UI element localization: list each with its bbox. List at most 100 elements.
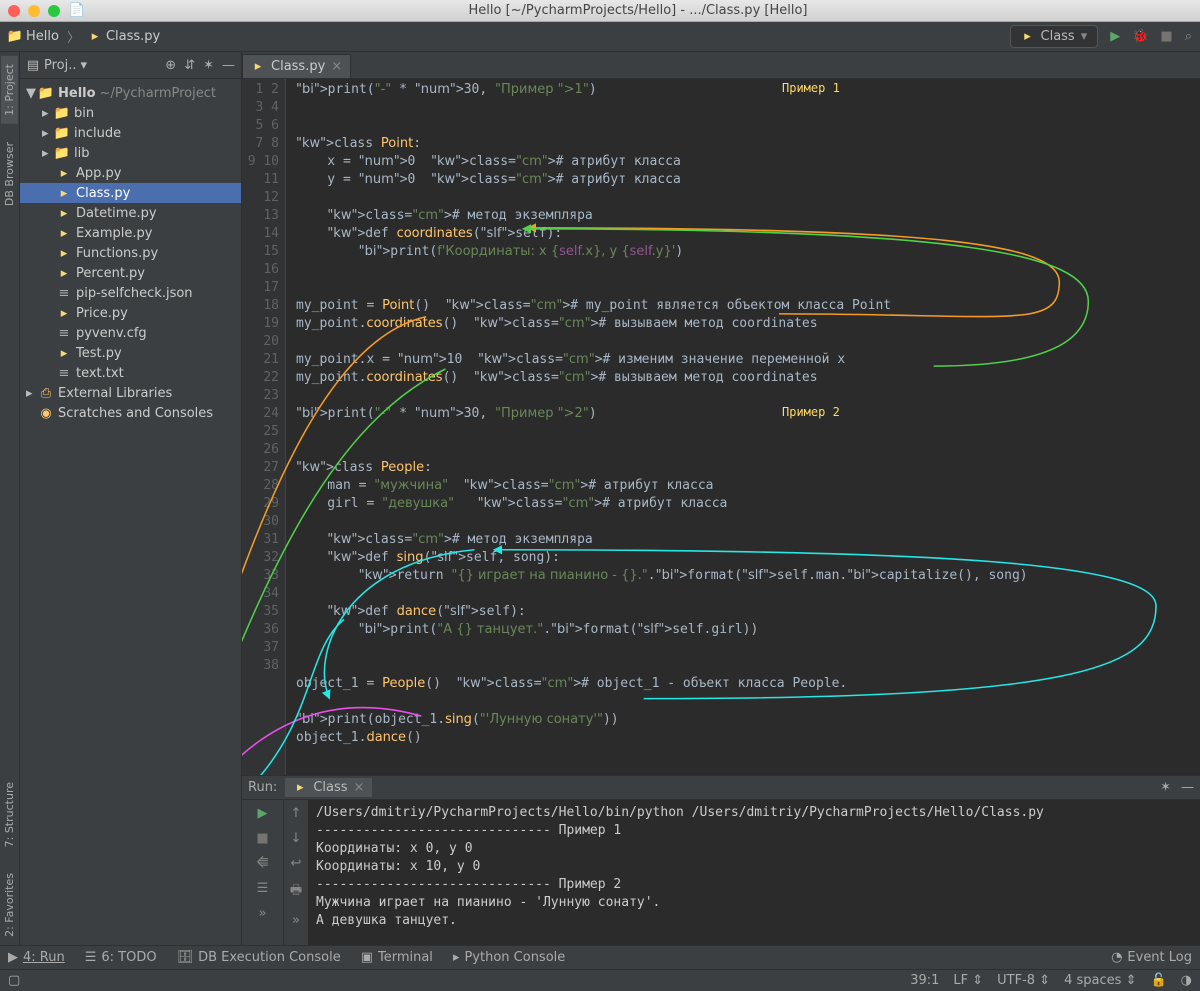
tree-file[interactable]: ▸App.py (20, 163, 241, 183)
run-panel: Run: ▸ Class × ✶ — ▶ ■ ⭅ ☰ » (242, 775, 1200, 945)
event-log-icon: ◔ (1111, 950, 1122, 965)
annotation-2: Пример 2 (782, 405, 840, 419)
tree-file[interactable]: ▸Datetime.py (20, 203, 241, 223)
code[interactable]: "bi">print("-" * "num">30, "Пример ">1")… (286, 79, 1200, 775)
python-icon: ▸ (251, 60, 265, 74)
window-title: Hello [~/PycharmProjects/Hello] - .../Cl… (84, 3, 1192, 18)
breadcrumb-file: Class.py (106, 29, 160, 44)
editor-tab-label: Class.py (271, 59, 325, 74)
stop-button[interactable]: ■ (1160, 29, 1172, 44)
stop-button[interactable]: ■ (256, 831, 268, 846)
project-panel-title: Proj.. (44, 58, 77, 73)
run-icon: ▶ (8, 950, 18, 965)
more-button[interactable]: » (292, 913, 300, 928)
tree-file[interactable]: ▸Price.py (20, 303, 241, 323)
config-icon: ≡ (56, 325, 72, 341)
target-icon[interactable]: ⊕ (165, 58, 176, 73)
tab-project[interactable]: 1: Project (1, 56, 18, 124)
filters-button[interactable]: ☰ (257, 881, 269, 896)
close-icon[interactable] (8, 5, 20, 17)
tree-file[interactable]: ≡text.txt (20, 363, 241, 383)
project-tree[interactable]: ▼📁 Hello ~/PycharmProject ▸📁bin ▸📁includ… (20, 79, 241, 945)
tree-file[interactable]: ▸Example.py (20, 223, 241, 243)
traffic-lights (8, 5, 60, 17)
python-icon: ▸ (293, 781, 307, 795)
tree-scratches[interactable]: ◉Scratches and Consoles (20, 403, 241, 423)
close-tab-icon[interactable]: × (354, 780, 365, 795)
run-panel-tab[interactable]: ▸ Class × (285, 778, 372, 797)
tab-db-browser[interactable]: DB Browser (1, 134, 18, 214)
tool-terminal[interactable]: ▣Terminal (361, 950, 433, 965)
search-icon[interactable]: ⌕ (1185, 29, 1192, 44)
folder-icon: 📁 (38, 85, 54, 101)
line-separator[interactable]: LF ⇕ (953, 973, 983, 988)
chevron-right-icon: 〉 (67, 27, 80, 46)
python-icon: ▸ (56, 165, 72, 181)
editor-area[interactable]: 1 2 3 4 5 6 7 8 9 10 11 12 13 14 15 16 1… (242, 79, 1200, 775)
python-icon: ▸ (453, 950, 460, 965)
cursor-position[interactable]: 39:1 (910, 973, 939, 988)
tree-file[interactable]: ▸Test.py (20, 343, 241, 363)
zoom-icon[interactable] (48, 5, 60, 17)
run-button[interactable]: ▶ (1110, 29, 1120, 44)
project-panel-head: ▤Proj..▾ ⊕ ⇵ ✶ — (20, 52, 241, 79)
run-config-selector[interactable]: ▸ Class ▾ (1010, 25, 1099, 48)
exit-button[interactable]: ⭅ (257, 856, 269, 871)
folder-icon: 📁 (54, 125, 70, 141)
tree-folder[interactable]: ▸📁bin (20, 103, 241, 123)
breadcrumb-project: Hello (26, 29, 59, 44)
tree-folder[interactable]: ▸📁lib (20, 143, 241, 163)
gear-icon[interactable]: ✶ (203, 58, 214, 73)
project-panel: ▤Proj..▾ ⊕ ⇵ ✶ — ▼📁 Hello ~/PycharmProje… (20, 52, 242, 945)
tree-file[interactable]: ▸Functions.py (20, 243, 241, 263)
inspection-icon[interactable]: ◑ (1181, 973, 1192, 988)
hide-icon[interactable]: — (1181, 780, 1194, 795)
debug-button[interactable]: 🐞 (1132, 29, 1148, 44)
tree-root[interactable]: ▼📁 Hello ~/PycharmProject (20, 83, 241, 103)
lock-icon[interactable]: 🔓 (1150, 973, 1166, 988)
python-icon: ▸ (88, 30, 102, 44)
editor-tab-active[interactable]: ▸ Class.py × (242, 54, 351, 78)
soft-wrap-icon[interactable]: ↩ (291, 856, 302, 871)
run-panel-body: ▶ ■ ⭅ ☰ » ↑ ↓ ↩ 🖶 » /Users/dmitriy/Pycha… (242, 800, 1200, 945)
encoding[interactable]: UTF-8 ⇕ (997, 973, 1050, 988)
tool-db[interactable]: 🗄DB Execution Console (177, 950, 341, 965)
editor-tabs: ▸ Class.py × (242, 52, 1200, 79)
rerun-button[interactable]: ▶ (258, 806, 268, 821)
down-icon[interactable]: ↓ (291, 831, 302, 846)
status-toggle-icon[interactable]: ▢ (8, 973, 20, 988)
tree-folder[interactable]: ▸📁include (20, 123, 241, 143)
console-output[interactable]: /Users/dmitriy/PycharmProjects/Hello/bin… (308, 800, 1200, 945)
run-panel-head: Run: ▸ Class × ✶ — (242, 776, 1200, 800)
python-icon: ▸ (56, 205, 72, 221)
collapse-icon[interactable]: ⇵ (184, 58, 195, 73)
print-icon[interactable]: 🖶 (290, 881, 302, 903)
tool-run[interactable]: ▶4: Run (8, 950, 65, 965)
tree-external-libs[interactable]: ▸⎙External Libraries (20, 383, 241, 403)
statusbar: ▢ 39:1 LF ⇕ UTF-8 ⇕ 4 spaces ⇕ 🔓 ◑ (0, 969, 1200, 991)
up-icon[interactable]: ↑ (291, 806, 302, 821)
tool-todo[interactable]: ☰6: TODO (85, 950, 157, 965)
breadcrumb[interactable]: 📁 Hello 〉 ▸ Class.py (8, 27, 160, 46)
main-body: 1: Project DB Browser 7: Structure 2: Fa… (0, 52, 1200, 945)
tree-file[interactable]: ≡pyvenv.cfg (20, 323, 241, 343)
tool-python-console[interactable]: ▸Python Console (453, 950, 565, 965)
indent[interactable]: 4 spaces ⇕ (1064, 973, 1136, 988)
gear-icon[interactable]: ✶ (1160, 780, 1171, 795)
root-name: Hello (58, 86, 96, 101)
tab-structure[interactable]: 7: Structure (1, 774, 18, 855)
tree-file-selected[interactable]: ▸Class.py (20, 183, 241, 203)
titlebar: 📄 Hello [~/PycharmProjects/Hello] - .../… (0, 0, 1200, 22)
close-tab-icon[interactable]: × (331, 59, 342, 74)
tree-file[interactable]: ≡pip-selfcheck.json (20, 283, 241, 303)
more-button[interactable]: » (259, 906, 267, 921)
folder-icon: 📁 (54, 105, 70, 121)
gutter[interactable]: 1 2 3 4 5 6 7 8 9 10 11 12 13 14 15 16 1… (242, 79, 286, 775)
hide-icon[interactable]: — (222, 58, 235, 73)
tool-event-log[interactable]: ◔Event Log (1111, 950, 1192, 965)
tab-favorites[interactable]: 2: Favorites (1, 865, 18, 945)
minimize-icon[interactable] (28, 5, 40, 17)
todo-icon: ☰ (85, 950, 97, 965)
terminal-icon: ▣ (361, 950, 373, 965)
tree-file[interactable]: ▸Percent.py (20, 263, 241, 283)
